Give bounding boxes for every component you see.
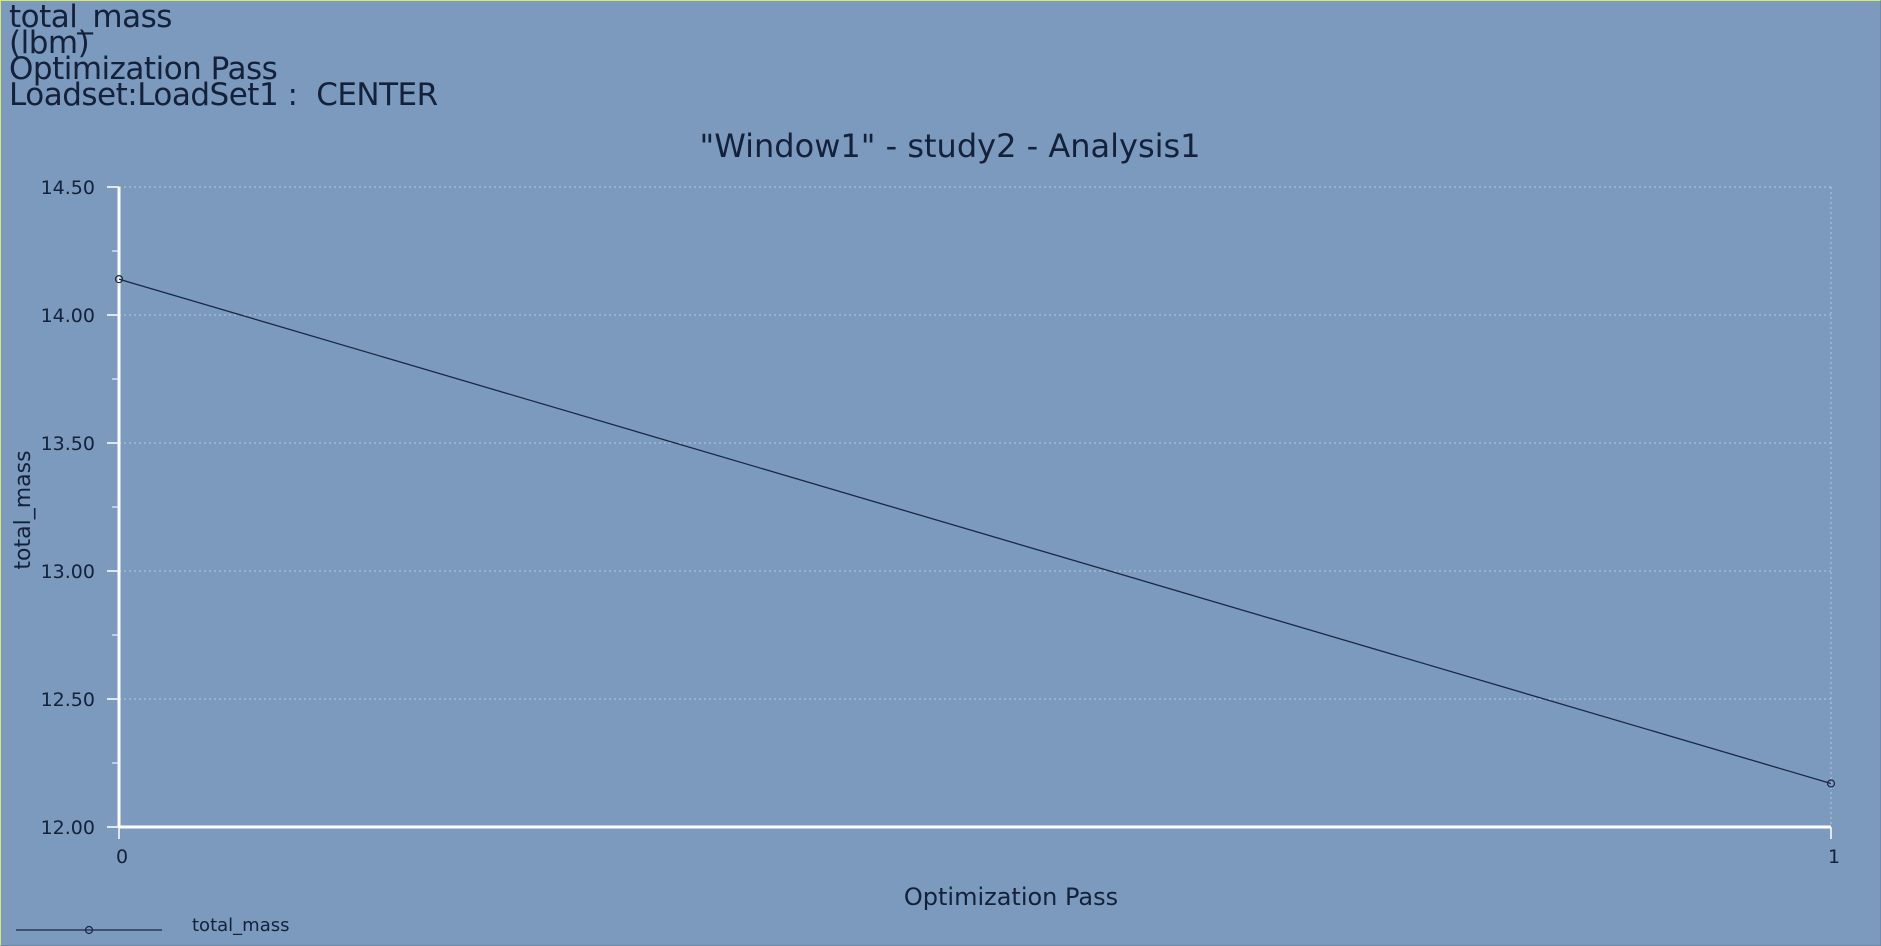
x-tick-label: 0 [116,846,128,868]
axes-layer [117,187,1831,829]
ticks-layer: 12.00 12.50 13.00 13.50 14.00 14.50 0 1 [41,177,1840,868]
y-tick-label: 14.50 [41,177,95,199]
y-axis-label: total_mass [11,450,36,569]
x-axis-label: Optimization Pass [904,883,1118,911]
y-tick-label: 13.00 [41,561,95,583]
chart-title: "Window1" - study2 - Analysis1 [699,127,1200,165]
line-chart: "Window1" - study2 - Analysis1 12.00 12.5… [11,127,1840,936]
x-tick-label: 1 [1828,846,1840,868]
series-line-total-mass [118,278,1832,785]
y-tick-label: 12.00 [41,817,95,839]
y-tick-label: 14.00 [41,305,95,327]
legend-label: total_mass [192,915,289,936]
grid-layer [119,186,1832,827]
y-tick-label: 13.50 [41,433,95,455]
series-layer [114,275,1836,788]
y-tick-label: 12.50 [41,689,95,711]
legend: total_mass [16,915,289,936]
